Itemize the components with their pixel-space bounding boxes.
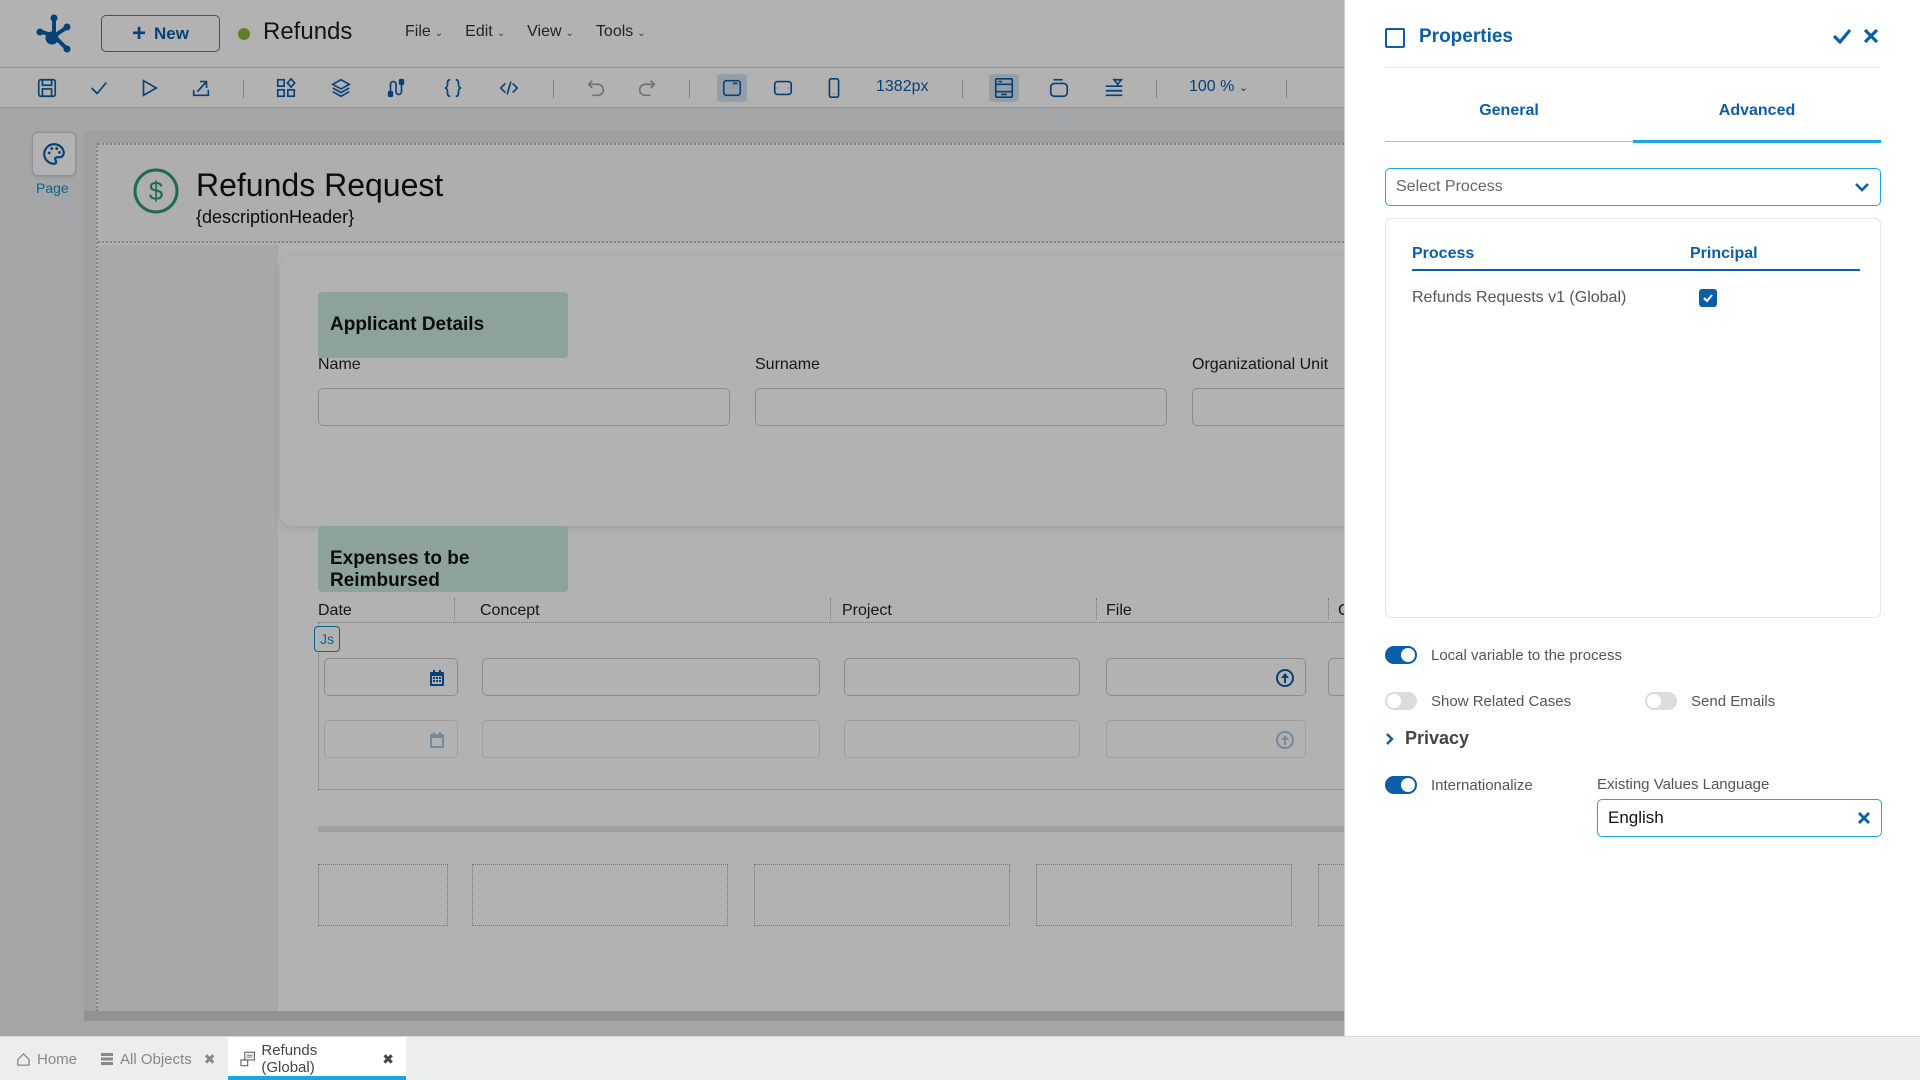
existing-values-language-input[interactable]: English — [1597, 799, 1882, 837]
panel-checkbox-icon[interactable] — [1385, 28, 1405, 48]
bottom-tab-refunds[interactable]: Refunds (Global) ✖ — [228, 1037, 406, 1080]
close-tab-icon[interactable]: ✖ — [204, 1051, 216, 1068]
local-variable-toggle[interactable] — [1385, 646, 1417, 664]
modal-overlay[interactable] — [0, 0, 1344, 1036]
close-icon[interactable] — [1862, 26, 1880, 46]
process-name: Refunds Requests v1 (Global) — [1412, 289, 1627, 306]
select-process-placeholder: Select Process — [1396, 178, 1503, 195]
chevron-down-icon — [1855, 183, 1869, 192]
clear-icon[interactable] — [1857, 811, 1871, 825]
show-related-cases-toggle-row: Show Related Cases — [1385, 692, 1571, 710]
properties-title: Properties — [1419, 26, 1513, 47]
send-emails-label: Send Emails — [1691, 692, 1776, 710]
home-icon — [17, 1052, 30, 1066]
tab-general[interactable]: General — [1385, 92, 1633, 141]
local-variable-toggle-row: Local variable to the process — [1385, 646, 1622, 664]
privacy-label: Privacy — [1405, 728, 1470, 748]
internationalize-toggle[interactable] — [1385, 776, 1417, 794]
send-emails-toggle-row: Send Emails — [1645, 692, 1775, 710]
header-principal: Principal — [1690, 245, 1758, 262]
process-table: Process Principal Refunds Requests v1 (G… — [1385, 218, 1881, 618]
process-table-row: Refunds Requests v1 (Global) — [1412, 289, 1860, 319]
close-tab-icon[interactable]: ✖ — [382, 1051, 394, 1068]
chevron-right-icon — [1386, 732, 1394, 745]
show-related-cases-toggle[interactable] — [1385, 692, 1417, 710]
send-emails-toggle[interactable] — [1645, 692, 1677, 710]
properties-panel: Properties General Advanced Select Proce… — [1344, 0, 1920, 1036]
tab-advanced[interactable]: Advanced — [1633, 92, 1881, 143]
header-process: Process — [1412, 245, 1475, 262]
show-related-cases-label: Show Related Cases — [1431, 692, 1572, 710]
list-icon — [101, 1053, 113, 1065]
bottom-tab-refunds-label: Refunds (Global) — [261, 1042, 318, 1076]
bottom-tab-home[interactable]: Home — [12, 1037, 81, 1080]
select-process-dropdown[interactable]: Select Process — [1385, 168, 1881, 206]
existing-values-language-label: Existing Values Language — [1597, 776, 1770, 793]
internationalize-label: Internationalize — [1431, 776, 1533, 794]
properties-header: Properties — [1385, 24, 1880, 68]
bottom-tab-all-objects-label: All Objects — [120, 1050, 192, 1068]
properties-tabs: General Advanced — [1385, 92, 1881, 143]
form-icon — [240, 1051, 255, 1067]
local-variable-label: Local variable to the process — [1431, 646, 1622, 664]
internationalize-toggle-row: Internationalize — [1385, 776, 1533, 794]
process-table-header: Process Principal — [1412, 243, 1860, 271]
bottom-tab-home-label: Home — [37, 1050, 78, 1068]
existing-values-language-value: English — [1608, 808, 1664, 827]
principal-checkbox[interactable] — [1699, 289, 1717, 307]
checkmark-icon — [1703, 294, 1713, 303]
bottom-tab-all-objects[interactable]: All Objects ✖ — [96, 1037, 219, 1080]
privacy-section-toggle[interactable]: Privacy — [1385, 728, 1469, 749]
bottom-tab-bar: Home All Objects ✖ Refunds (Global) ✖ — [0, 1036, 1920, 1080]
confirm-check-icon[interactable] — [1832, 26, 1852, 46]
